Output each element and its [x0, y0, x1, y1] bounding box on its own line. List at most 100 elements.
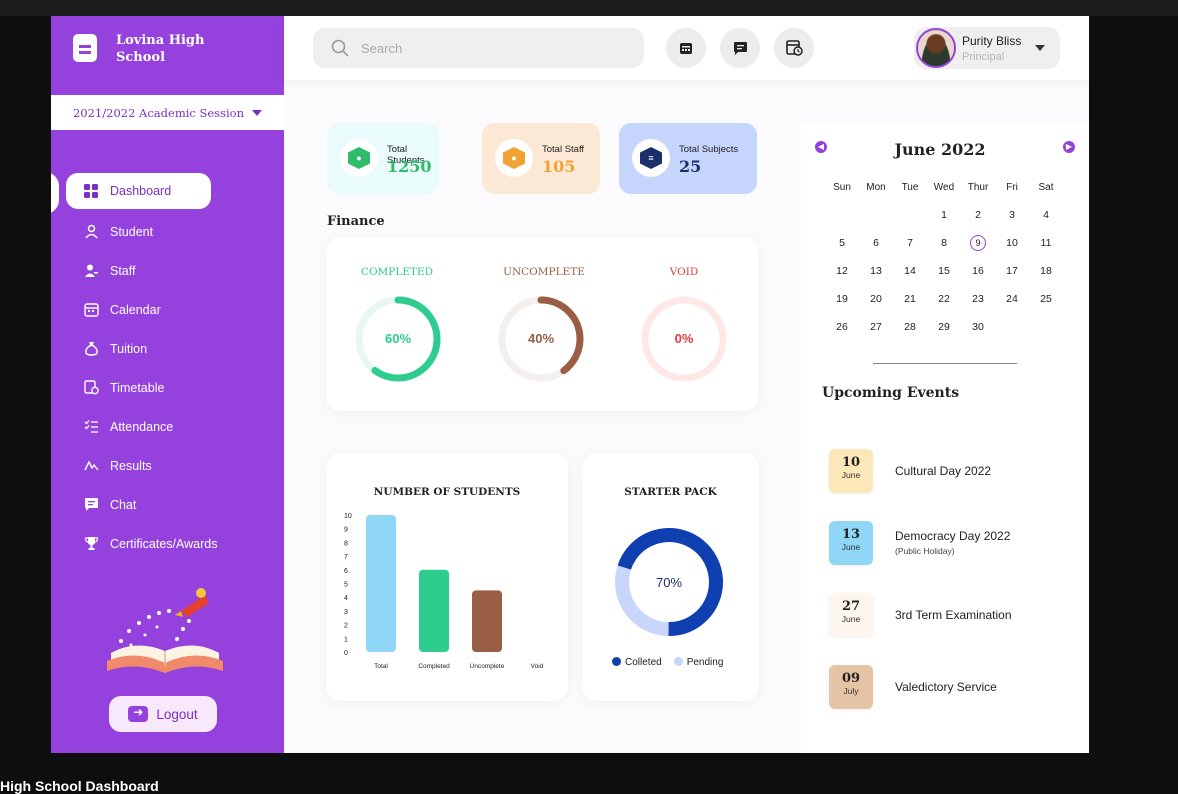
legend-dot	[612, 657, 621, 666]
trophy-icon	[84, 536, 99, 551]
calendar-empty-cell	[859, 201, 893, 229]
event-date-badge: 27 June	[829, 593, 873, 637]
search-bar[interactable]	[313, 28, 644, 68]
sidebar-item-tuition[interactable]: Tuition	[51, 329, 284, 368]
calendar-day[interactable]: 30	[961, 313, 995, 341]
ring-value: 60%	[384, 331, 412, 346]
calendar-day[interactable]: 26	[825, 313, 859, 341]
calendar-day[interactable]: 8	[927, 229, 961, 257]
calendar-day[interactable]: 1	[927, 201, 961, 229]
y-tick-label: 6	[344, 568, 348, 575]
calendar-day[interactable]: 24	[995, 285, 1029, 313]
upcoming-events-title: Upcoming Events	[822, 385, 960, 401]
calendar-day[interactable]: 14	[893, 257, 927, 285]
calendar-day[interactable]: 20	[859, 285, 893, 313]
chevron-down-icon[interactable]	[1035, 45, 1045, 51]
stat-label: Total Subjects	[679, 144, 739, 155]
calendar-day[interactable]: 18	[1029, 257, 1063, 285]
sidebar-item-student[interactable]: Student	[51, 212, 284, 251]
calendar-button[interactable]	[666, 28, 706, 68]
students-icon: ●	[340, 139, 378, 177]
schedule-button[interactable]	[774, 28, 814, 68]
calendar-day[interactable]: 27	[859, 313, 893, 341]
event-name: 3rd Term Examination	[895, 608, 1012, 622]
logout-icon	[128, 705, 149, 722]
ring-value: 0%	[674, 331, 694, 346]
calendar-day[interactable]: 7	[893, 229, 927, 257]
sidebar-item-results[interactable]: Results	[51, 446, 284, 485]
sidebar-item-label: Staff	[110, 263, 136, 278]
next-month-button[interactable]: ▶	[1063, 141, 1075, 153]
calendar-day[interactable]: 29	[927, 313, 961, 341]
sidebar-item-label: Timetable	[110, 380, 165, 395]
finance-ring-label: UNCOMPLETE	[503, 266, 585, 278]
checklist-icon	[84, 419, 99, 434]
sidebar-item-certificates-awards[interactable]: Certificates/Awards	[51, 524, 284, 563]
event-month: June	[841, 614, 861, 624]
user-profile[interactable]: Purity Bliss Principal	[914, 27, 1060, 69]
weekday-header: Fri	[1006, 181, 1018, 193]
sidebar-nav: Dashboard Student Staff Calendar Tuition Time…	[51, 173, 284, 563]
users-icon	[84, 224, 99, 239]
stat-value: 1250	[387, 157, 432, 176]
weekday-header: Sun	[833, 181, 851, 193]
calendar-day[interactable]: 19	[825, 285, 859, 313]
calendar-day[interactable]: 6	[859, 229, 893, 257]
stat-hex: ●	[503, 147, 525, 169]
calendar-day[interactable]: 4	[1029, 201, 1063, 229]
sidebar-item-label: Calendar	[110, 302, 161, 317]
logout-button[interactable]: Logout	[109, 696, 217, 732]
calendar-day[interactable]: 2	[961, 201, 995, 229]
calendar-day[interactable]: 22	[927, 285, 961, 313]
event-day: 13	[841, 527, 861, 542]
x-tick-label: Uncomplete	[470, 663, 505, 670]
sidebar-item-chat[interactable]: Chat	[51, 485, 284, 524]
calendar-empty-cell	[825, 201, 859, 229]
sidebar-item-timetable[interactable]: Timetable	[51, 368, 284, 407]
event-day: 27	[841, 599, 861, 614]
y-tick-label: 7	[344, 554, 348, 561]
event-item[interactable]: 09 July Valedictory Service	[829, 665, 1069, 711]
calendar-icon	[680, 43, 692, 54]
sidebar-item-calendar[interactable]: Calendar	[51, 290, 284, 329]
legend-pending: Pending	[673, 657, 723, 668]
staff-icon	[84, 263, 99, 278]
event-date-badge: 10 June	[829, 449, 873, 493]
calendar-day[interactable]: 3	[995, 201, 1029, 229]
sidebar-item-attendance[interactable]: Attendance	[51, 407, 284, 446]
event-item[interactable]: 13 June Democracy Day 2022 (Public Holiday)	[829, 521, 1069, 567]
calendar-day[interactable]: 17	[995, 257, 1029, 285]
finance-title: Finance	[327, 214, 385, 229]
event-name: Democracy Day 2022	[895, 529, 1011, 543]
event-item[interactable]: 10 June Cultural Day 2022	[829, 449, 1069, 495]
y-tick-label: 4	[344, 595, 348, 602]
calendar-day[interactable]: 16	[961, 257, 995, 285]
calendar-day[interactable]: 13	[859, 257, 893, 285]
calendar-panel: ◀ June 2022 ▶ Sun Mon Tue Wed Thur Fri Sat 1 2 3 4…	[801, 123, 1089, 753]
sidebar-item-label: Results	[110, 458, 152, 473]
finance-ring-uncomplete: 40%	[496, 294, 586, 384]
calendar-day[interactable]: 21	[893, 285, 927, 313]
calendar-day[interactable]: 25	[1029, 285, 1063, 313]
students-bar-chart: 0 1 2 3 4 5 6 7 8 9 10 Total Completed Uncomplete Void	[344, 513, 544, 670]
stat-hex: ●	[348, 147, 370, 169]
event-date-badge: 09 July	[829, 665, 873, 709]
messages-button[interactable]	[720, 28, 760, 68]
calendar-day[interactable]: 11	[1029, 229, 1063, 257]
event-item[interactable]: 27 June 3rd Term Examination	[829, 593, 1069, 639]
calendar-day[interactable]: 5	[825, 229, 859, 257]
sidebar-item-label: Chat	[110, 497, 137, 512]
calendar-day[interactable]: 15	[927, 257, 961, 285]
sidebar-item-label: Certificates/Awards	[110, 536, 218, 551]
sidebar-item-dashboard[interactable]: Dashboard	[66, 173, 211, 209]
calendar-day[interactable]: 12	[825, 257, 859, 285]
search-input[interactable]	[361, 40, 621, 56]
x-tick-label: Total	[374, 663, 388, 670]
calendar-day[interactable]: 10	[995, 229, 1029, 257]
calendar-day[interactable]: 28	[893, 313, 927, 341]
calendar-day[interactable]: 9	[961, 229, 995, 257]
academic-session-select[interactable]: 2021/2022 Academic Session	[51, 95, 284, 130]
event-month: July	[843, 686, 859, 696]
calendar-day[interactable]: 23	[961, 285, 995, 313]
sidebar-item-staff[interactable]: Staff	[51, 251, 284, 290]
